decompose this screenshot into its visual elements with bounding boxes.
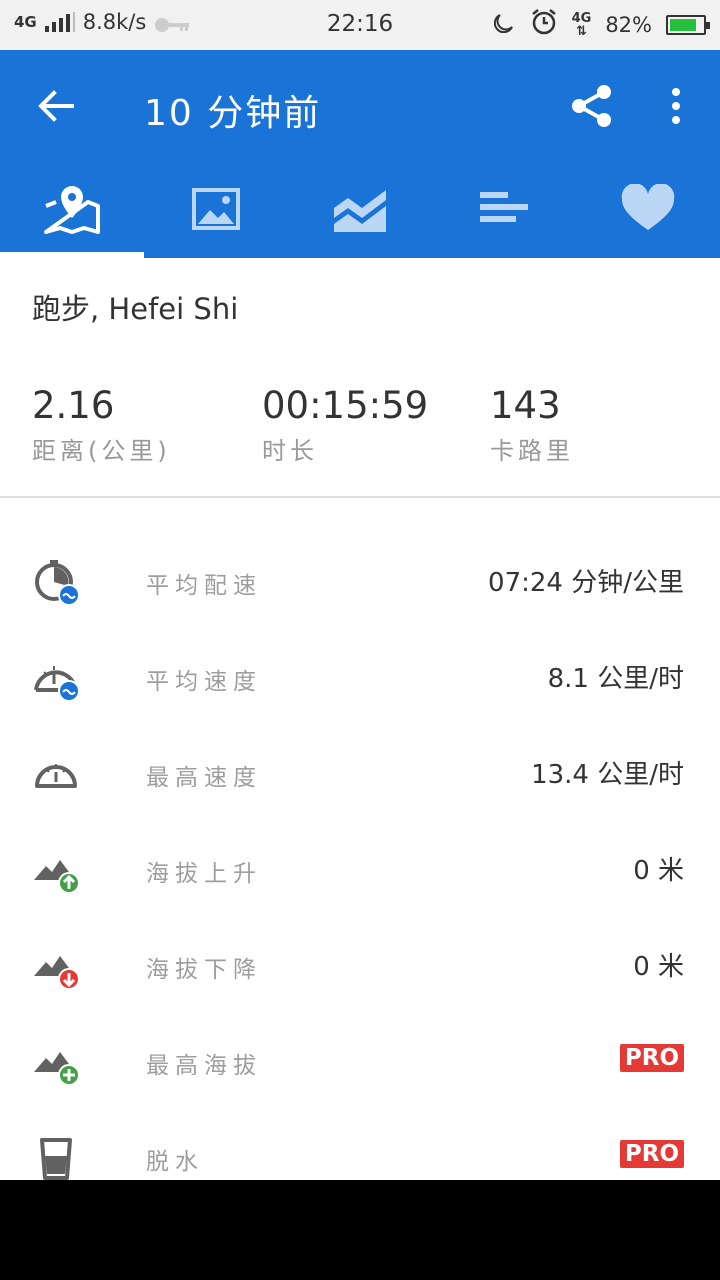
do-not-disturb-icon (493, 11, 516, 38)
activity-title: 跑步, Hefei Shi (32, 292, 239, 326)
screen: 4G 8.8k/s 22:16 4G ⇅ 82% 10 分钟前 跑步, Hefe… (0, 0, 720, 1280)
page-title: 10 分钟前 (144, 93, 322, 134)
glass-icon (40, 1138, 72, 1180)
avg-pace-value: 07:24 分钟/公里 (488, 568, 684, 598)
metric-row-avg-speed: 平均速度 8.1 公里/时 (0, 630, 720, 726)
app-bar: 10 分钟前 (0, 50, 720, 258)
elevation-max-icon (34, 1052, 80, 1086)
back-arrow-icon (38, 90, 74, 122)
tab-splits[interactable] (432, 172, 576, 258)
metric-row-dehydration: 脱水 PRO (0, 1110, 720, 1180)
dehydration-label: 脱水 (146, 1149, 204, 1175)
metric-row-elevation-gain: 海拔上升 0 米 (0, 822, 720, 918)
duration-value: 00:15:59 (262, 384, 429, 427)
network-type-right: 4G ⇅ (571, 10, 592, 39)
duration-label: 时长 (262, 437, 318, 465)
calories-label: 卡路里 (490, 437, 574, 465)
calories-value: 143 (490, 384, 561, 427)
distance-label: 距离(公里) (32, 437, 171, 465)
image-icon (192, 188, 240, 230)
heart-icon (621, 184, 675, 230)
share-button[interactable] (568, 82, 616, 130)
status-bar: 4G 8.8k/s 22:16 4G ⇅ 82% (0, 0, 720, 50)
avg-speed-label: 平均速度 (146, 669, 262, 695)
pro-badge[interactable]: PRO (619, 1044, 684, 1072)
elevation-gain-label: 海拔上升 (146, 861, 262, 887)
elevation-up-icon (34, 860, 80, 894)
stopwatch-avg-icon (35, 560, 80, 606)
map-pin-icon (44, 186, 100, 234)
navigation-bar (0, 1180, 720, 1280)
distance-value: 2.16 (32, 384, 115, 427)
elevation-loss-label: 海拔下降 (146, 957, 262, 983)
max-elevation-label: 最高海拔 (146, 1053, 262, 1079)
duration-stat: 00:15:59 时长 (262, 384, 428, 466)
elevation-loss-value: 0 米 (633, 952, 684, 982)
metric-row-max-speed: 最高速度 13.4 公里/时 (0, 726, 720, 822)
share-icon (572, 85, 611, 127)
alarm-icon (530, 8, 558, 41)
pro-badge[interactable]: PRO (619, 1140, 684, 1168)
area-chart-icon (334, 190, 386, 232)
elevation-down-icon (34, 956, 80, 990)
bars-icon (480, 192, 528, 222)
metric-row-avg-pace: 平均配速 07:24 分钟/公里 (0, 534, 720, 630)
more-vertical-icon (672, 88, 680, 124)
activity-details: 跑步, Hefei Shi 2.16 距离(公里) 00:15:59 时长 14… (0, 258, 720, 1180)
avg-pace-label: 平均配速 (146, 573, 262, 599)
status-right: 4G ⇅ 82% (493, 8, 710, 41)
max-speed-value: 13.4 公里/时 (531, 760, 684, 790)
speedometer-icon (35, 764, 77, 788)
back-button[interactable] (36, 86, 76, 126)
tab-heart-rate[interactable] (576, 172, 720, 258)
battery-icon (666, 14, 710, 35)
tab-charts[interactable] (288, 172, 432, 258)
battery-percent: 82% (605, 12, 652, 37)
battery-fill (670, 18, 696, 31)
metric-row-elevation-loss: 海拔下降 0 米 (0, 918, 720, 1014)
more-options-button[interactable] (660, 86, 692, 126)
divider (0, 496, 720, 498)
tab-photos[interactable] (144, 172, 288, 258)
calories-stat: 143 卡路里 (490, 384, 574, 466)
tab-map[interactable] (0, 172, 144, 258)
speedometer-avg-icon (34, 666, 80, 702)
max-speed-label: 最高速度 (146, 765, 262, 791)
distance-stat: 2.16 距离(公里) (32, 384, 171, 466)
metric-row-max-elevation: 最高海拔 PRO (0, 1014, 720, 1110)
avg-speed-value: 8.1 公里/时 (547, 664, 684, 694)
elevation-gain-value: 0 米 (633, 856, 684, 886)
tab-bar (0, 172, 720, 258)
